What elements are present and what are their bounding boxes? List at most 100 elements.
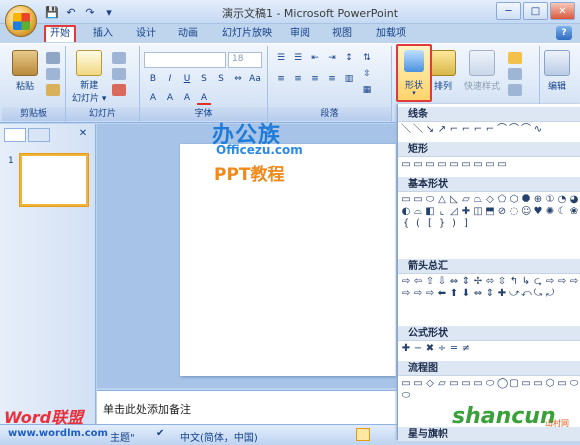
gallery-shape-icon[interactable]: ▭	[473, 160, 483, 170]
quick-styles-button[interactable]: 快速样式	[464, 50, 500, 92]
increase-indent-icon[interactable]: ⇥	[325, 52, 339, 65]
gallery-shape-icon[interactable]: ⌞	[437, 207, 447, 217]
gallery-shape-icon[interactable]: ⬠	[497, 195, 507, 205]
slides-tab-icon[interactable]	[4, 128, 26, 142]
gallery-shape-icon[interactable]: ✢	[473, 277, 483, 287]
shrink-font-icon[interactable]: A	[180, 92, 194, 105]
gallery-shape-icon[interactable]: ✚	[401, 344, 411, 354]
change-case-icon[interactable]: Aa	[248, 73, 262, 86]
text-direction-icon[interactable]: ⇅	[360, 52, 374, 65]
gallery-shape-icon[interactable]: ▭	[521, 379, 531, 389]
gallery-shape-icon[interactable]: ⬆	[449, 289, 459, 299]
close-button[interactable]: ✕	[550, 2, 575, 20]
gallery-shape-icon[interactable]: ⬭	[425, 195, 435, 205]
gallery-shape-icon[interactable]: ⇨	[545, 277, 555, 287]
gallery-shape-icon[interactable]: ═	[449, 344, 459, 354]
justify-icon[interactable]: ≡	[325, 73, 339, 86]
gallery-shape-icon[interactable]: ▭	[449, 379, 459, 389]
maximize-button[interactable]: □	[523, 2, 548, 20]
notes-pane[interactable]: 单击此处添加备注	[97, 390, 397, 424]
format-painter-icon[interactable]	[46, 84, 60, 96]
tab-addins[interactable]: 加载项	[372, 25, 410, 42]
gallery-shape-icon[interactable]: {	[401, 219, 411, 229]
gallery-shape-icon[interactable]: ⌐	[485, 125, 495, 135]
align-left-icon[interactable]: ≡	[274, 73, 288, 86]
arrange-button[interactable]: 排列	[430, 50, 456, 92]
gallery-shape-icon[interactable]: ⌐	[461, 125, 471, 135]
tab-home[interactable]: 开始	[44, 25, 76, 42]
gallery-shape-icon[interactable]: ▭	[437, 160, 447, 170]
tab-insert[interactable]: 插入	[89, 25, 117, 42]
gallery-shape-icon[interactable]: ⬡	[509, 195, 519, 205]
gallery-shape-icon[interactable]: ⤾	[545, 289, 555, 299]
tab-animation[interactable]: 动画	[174, 25, 202, 42]
save-icon[interactable]: 💾	[44, 4, 60, 20]
gallery-shape-icon[interactable]: (	[413, 219, 423, 229]
gallery-shape-icon[interactable]: ÷	[437, 344, 447, 354]
gallery-shape-icon[interactable]: ↳	[521, 277, 531, 287]
gallery-shape-icon[interactable]: ◿	[449, 207, 459, 217]
align-right-icon[interactable]: ≡	[308, 73, 322, 86]
office-button[interactable]	[5, 5, 37, 37]
gallery-shape-icon[interactable]: }	[437, 219, 447, 229]
gallery-shape-icon[interactable]: ⬅	[437, 289, 447, 299]
gallery-shape-icon[interactable]: ≠	[461, 344, 471, 354]
delete-slide-icon[interactable]	[112, 84, 126, 96]
gallery-shape-icon[interactable]: ⊕	[533, 195, 543, 205]
gallery-shape-icon[interactable]: ◧	[425, 207, 435, 217]
gallery-shape-icon[interactable]: ⌒	[521, 125, 531, 135]
gallery-shape-icon[interactable]: ⇨	[413, 289, 423, 299]
gallery-shape-icon[interactable]: −	[413, 344, 423, 354]
gallery-shape-icon[interactable]: ◇	[485, 195, 495, 205]
shape-fill-icon[interactable]	[508, 52, 522, 64]
gallery-shape-icon[interactable]: ⇨	[425, 289, 435, 299]
editing-button[interactable]: 编辑	[544, 50, 570, 92]
gallery-shape-icon[interactable]: ↘	[425, 125, 435, 135]
gallery-shape-icon[interactable]: ⬇	[461, 289, 471, 299]
gallery-shape-icon[interactable]: ▭	[533, 379, 543, 389]
gallery-shape-icon[interactable]: ⬒	[485, 207, 495, 217]
gallery-shape-icon[interactable]: ▭	[473, 379, 483, 389]
align-center-icon[interactable]: ≡	[291, 73, 305, 86]
gallery-shape-icon[interactable]: ☺	[521, 207, 531, 217]
gallery-shape-icon[interactable]: ▭	[485, 160, 495, 170]
smartart-icon[interactable]: ▦	[360, 84, 374, 97]
italic-icon[interactable]: I	[163, 73, 177, 86]
gallery-shape-icon[interactable]: ⌐	[473, 125, 483, 135]
gallery-shape-icon[interactable]: ∿	[533, 125, 543, 135]
gallery-shape-icon[interactable]: ⇧	[425, 277, 435, 287]
font-size-field[interactable]: 18	[228, 52, 262, 68]
gallery-shape-icon[interactable]: ✖	[425, 344, 435, 354]
gallery-shape-icon[interactable]: ◺	[449, 195, 459, 205]
gallery-shape-icon[interactable]: ♥	[533, 207, 543, 217]
gallery-shape-icon[interactable]: ⇨	[557, 277, 567, 287]
slide-canvas[interactable]	[180, 144, 396, 376]
gallery-shape-icon[interactable]: ◯	[497, 379, 508, 389]
copy-icon[interactable]	[46, 68, 60, 80]
gallery-shape-icon[interactable]: ⊘	[497, 207, 507, 217]
gallery-shape-icon[interactable]: ◌	[509, 207, 519, 217]
tab-slideshow[interactable]: 幻灯片放映	[218, 25, 276, 42]
gallery-shape-icon[interactable]: ⏢	[473, 195, 483, 205]
font-name-field[interactable]	[144, 52, 226, 68]
clear-format-icon[interactable]: A	[146, 92, 160, 105]
grow-font-icon[interactable]: A	[163, 92, 177, 105]
gallery-shape-icon[interactable]: ▭	[461, 160, 471, 170]
gallery-shape-icon[interactable]: ▭	[413, 379, 423, 389]
gallery-shape-icon[interactable]: ▭	[461, 379, 471, 389]
gallery-shape-icon[interactable]: ＼	[413, 125, 423, 135]
gallery-shape-icon[interactable]: [	[425, 219, 435, 229]
gallery-shape-icon[interactable]: ⇨	[401, 289, 411, 299]
normal-view-icon[interactable]	[356, 428, 370, 441]
gallery-shape-icon[interactable]: ⌓	[413, 207, 423, 217]
gallery-shape-icon[interactable]: ▭	[413, 195, 423, 205]
gallery-shape-icon[interactable]: ▭	[557, 379, 567, 389]
gallery-shape-icon[interactable]: ⤻	[509, 289, 520, 299]
gallery-shape-icon[interactable]: ⬭	[485, 379, 495, 389]
gallery-shape-icon[interactable]: ▭	[413, 160, 423, 170]
gallery-shape-icon[interactable]: ⇳	[497, 277, 507, 287]
gallery-shape-icon[interactable]: ⤿	[533, 289, 543, 299]
cut-icon[interactable]	[46, 52, 60, 64]
minimize-button[interactable]: ─	[496, 2, 521, 20]
slide-thumbnail[interactable]	[20, 154, 88, 206]
